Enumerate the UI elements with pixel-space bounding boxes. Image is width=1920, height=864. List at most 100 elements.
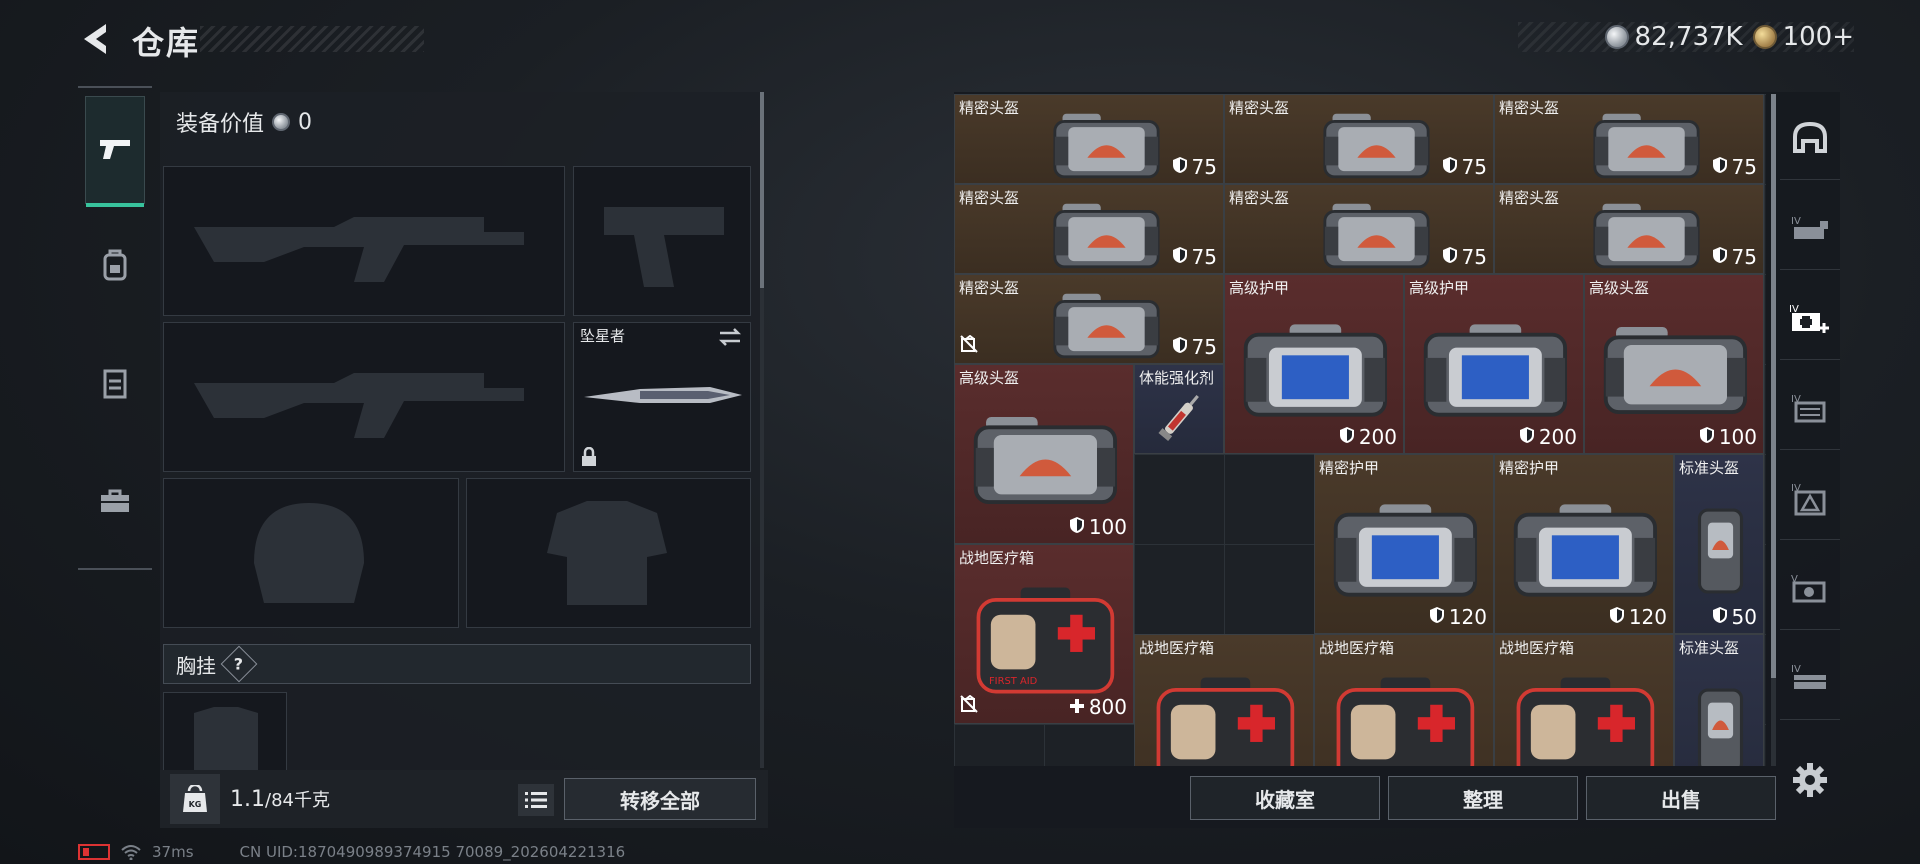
storage-item[interactable]: 高级头盔 100 [1584, 274, 1764, 454]
wifi-icon [121, 845, 141, 860]
weight-max: /84千克 [265, 790, 330, 811]
item-name: 精密头盔 [1499, 99, 1560, 117]
item-value-number: 120 [1448, 605, 1487, 629]
equipment-value-label: 装备价值 [176, 112, 265, 137]
armor-bag-icon [1238, 315, 1393, 427]
swap-icon[interactable] [718, 327, 742, 347]
storage-item[interactable]: 精密头盔 75 [1494, 94, 1764, 184]
storage-item[interactable]: 精密头盔 75 [1224, 94, 1494, 184]
gold-coin-icon [1752, 25, 1777, 49]
item-value-number: 800 [1088, 695, 1127, 719]
armor-bag-icon [968, 405, 1123, 517]
item-value: 75 [1712, 245, 1757, 269]
category-helmet[interactable] [1780, 100, 1840, 180]
storage-scroll-thumb[interactable] [1771, 94, 1776, 678]
category-case[interactable]: IV [1780, 190, 1840, 270]
storage-item[interactable]: 精密头盔 75 [954, 94, 1224, 184]
item-name: 战地医疗箱 [1499, 639, 1575, 657]
category-gear-case[interactable]: V [1780, 550, 1840, 630]
armor-bag-icon [1048, 108, 1165, 183]
tab-backpack[interactable] [86, 236, 144, 294]
medical-icon: IV [1788, 301, 1832, 339]
help-icon[interactable]: ? [220, 645, 258, 683]
list-view-button[interactable] [518, 784, 554, 816]
armor-bag-icon [1418, 315, 1573, 427]
storage-item[interactable]: 高级头盔 100 [954, 364, 1134, 544]
melee-slot[interactable]: 坠星者 [573, 322, 751, 472]
chest-rig-slot[interactable] [163, 692, 287, 773]
armor-bag-icon [1588, 198, 1705, 273]
storage-item[interactable]: 精密头盔 75 [954, 184, 1224, 274]
vest-icon [103, 369, 127, 399]
primary-weapon-slot[interactable] [163, 166, 565, 316]
armor-bag-icon [1328, 495, 1483, 607]
helmet-icon [1791, 121, 1829, 159]
item-name: 精密护甲 [1499, 459, 1560, 477]
item-value: 75 [1172, 245, 1217, 269]
heal-plus-icon [1069, 695, 1085, 719]
gold-amount: 100+ [1782, 22, 1854, 52]
storage-item[interactable]: 精密头盔 75 [1494, 184, 1764, 274]
backpack-icon [103, 249, 127, 281]
svg-text:KG: KG [189, 800, 202, 809]
secondary-weapon-slot[interactable] [163, 322, 565, 472]
storage-item[interactable]: FIRST AID 战地医疗箱 [1134, 634, 1314, 766]
storage-item[interactable]: 高级护甲 200 [1404, 274, 1584, 454]
category-tag[interactable]: IV [1780, 460, 1840, 540]
armor-shield-icon [1609, 605, 1625, 629]
sell-button[interactable]: 出售 [1586, 776, 1776, 820]
storage-item[interactable]: 标准头盔 [1674, 634, 1764, 766]
armor-shield-icon [1339, 425, 1355, 449]
pistol-silhouette-icon [604, 207, 724, 287]
item-value: 200 [1339, 425, 1397, 449]
item-value-number: 120 [1628, 605, 1667, 629]
tab-toolbox[interactable] [86, 472, 144, 530]
gear-icon[interactable] [1790, 760, 1830, 800]
storage-item[interactable]: 高级护甲 200 [1224, 274, 1404, 454]
category-medical[interactable]: IV [1780, 280, 1840, 360]
item-name: 高级头盔 [959, 369, 1020, 387]
storage-item[interactable]: FIRST AID 战地医疗箱 [1494, 634, 1674, 766]
item-value-number: 75 [1191, 245, 1217, 269]
armor-bag-icon [1508, 495, 1663, 607]
helmet-silhouette-icon [254, 503, 364, 603]
storage-item[interactable]: 体能强化剂 [1134, 364, 1224, 454]
storage-item[interactable]: 精密头盔 75 [1224, 184, 1494, 274]
storage-item[interactable]: FIRST AID 战地医疗箱 800 [954, 544, 1134, 724]
back-arrow-icon[interactable] [78, 20, 112, 58]
transfer-all-button[interactable]: 转移全部 [564, 778, 756, 820]
item-name: 标准头盔 [1679, 639, 1740, 657]
armor-slot[interactable] [466, 478, 751, 628]
melee-name: 坠星者 [580, 327, 626, 345]
category-box[interactable]: IV [1780, 640, 1840, 720]
item-name: 精密头盔 [1499, 189, 1560, 207]
weight-icon: KG [170, 774, 220, 824]
organize-button[interactable]: 整理 [1388, 776, 1578, 820]
storage-item[interactable]: 精密护甲 120 [1314, 454, 1494, 634]
item-value: 75 [1442, 245, 1487, 269]
loadout-scroll-thumb[interactable] [760, 92, 764, 288]
tab-vest[interactable] [86, 354, 144, 412]
item-value: 120 [1609, 605, 1667, 629]
folder-icon: IV [1790, 391, 1830, 429]
category-folder[interactable]: IV [1780, 370, 1840, 450]
case-icon: IV [1790, 213, 1830, 247]
storage-item[interactable]: 精密护甲 120 [1494, 454, 1674, 634]
collection-room-button[interactable]: 收藏室 [1190, 776, 1380, 820]
item-name: 体能强化剂 [1139, 369, 1215, 387]
item-name: 精密护甲 [1319, 459, 1380, 477]
sidearm-slot[interactable] [573, 166, 751, 316]
helmet-slot[interactable] [163, 478, 459, 628]
storage-item[interactable]: 标准头盔 50 [1674, 454, 1764, 634]
armor-bag-icon [1598, 315, 1753, 427]
item-value-number: 75 [1191, 335, 1217, 359]
gold-currency[interactable]: 100+ [1752, 22, 1854, 52]
item-name: 战地医疗箱 [959, 549, 1035, 567]
tab-weapons[interactable] [85, 96, 145, 207]
storage-item[interactable]: FIRST AID 战地医疗箱 [1314, 634, 1494, 766]
medkit-icon: FIRST AID [968, 585, 1123, 697]
equipment-value-amount: 0 [298, 109, 313, 135]
storage-item[interactable]: 精密头盔 75 [954, 274, 1224, 364]
item-name: 精密头盔 [959, 279, 1020, 297]
pistol-icon [100, 140, 130, 159]
